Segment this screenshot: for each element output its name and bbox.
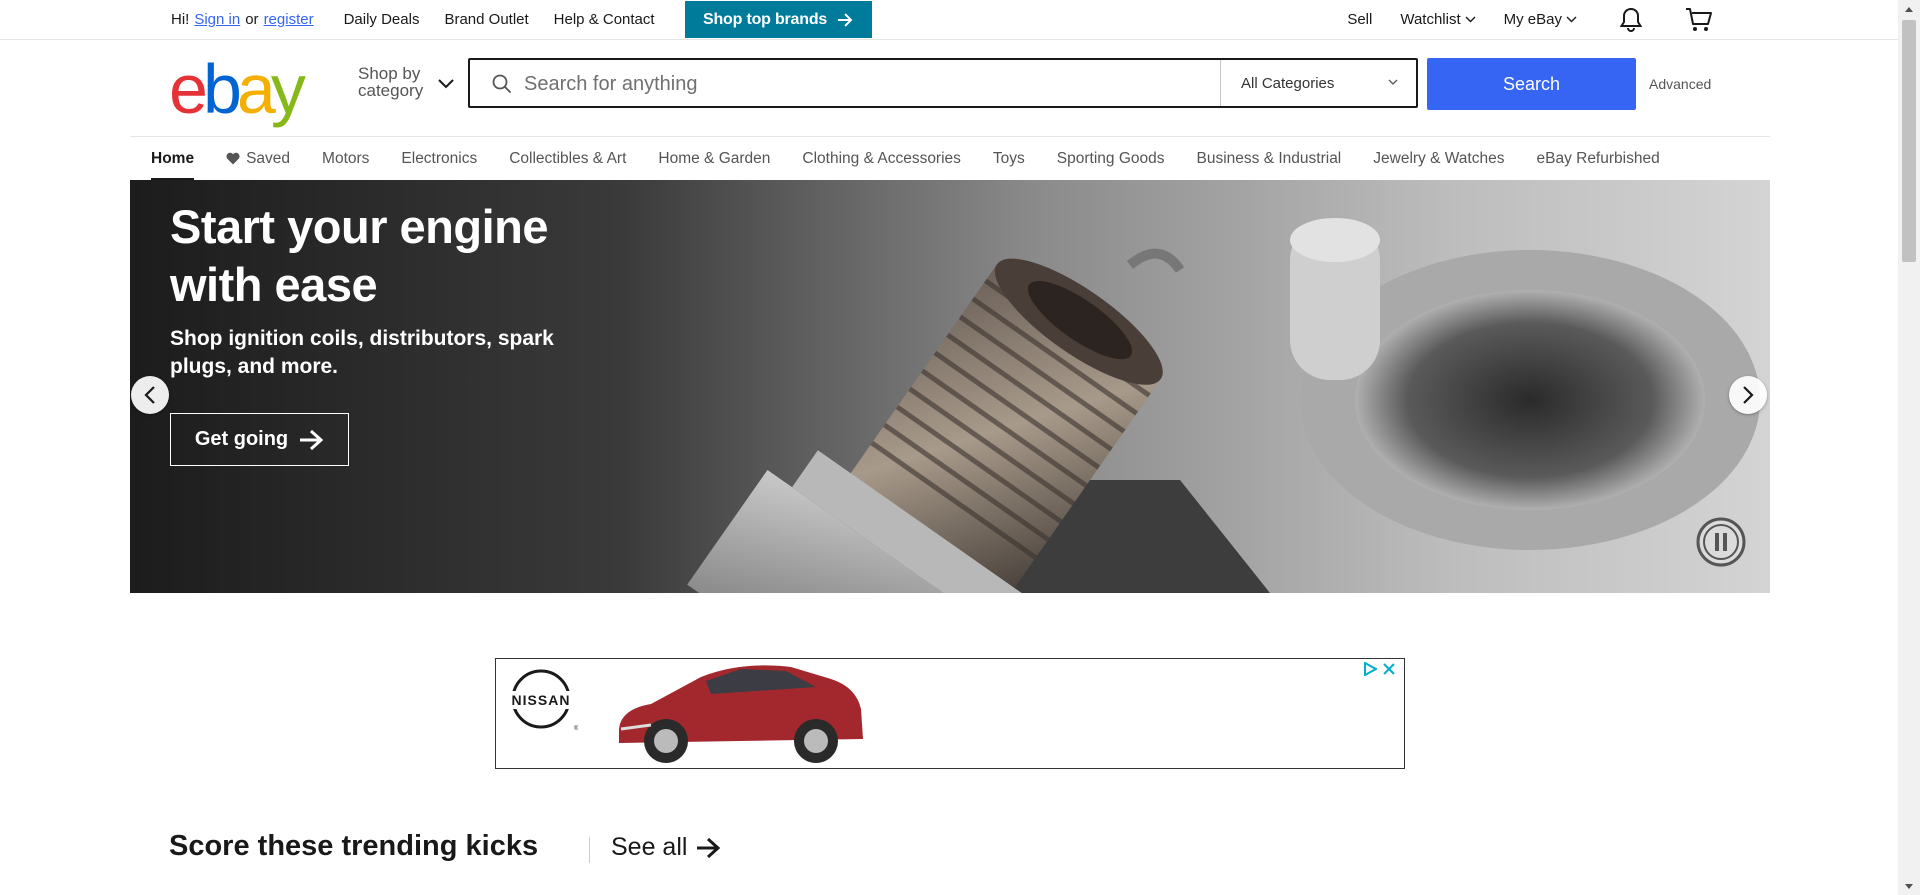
chevron-left-icon	[144, 386, 155, 404]
nav-item-electronics[interactable]: Electronics	[401, 137, 477, 180]
carousel-prev-button[interactable]	[131, 376, 169, 414]
hero-subtitle: Shop ignition coils, distributors, spark…	[170, 327, 554, 378]
my-ebay-dropdown[interactable]: My eBay	[1504, 11, 1577, 28]
page: Hi! Sign in or register Daily Deals Bran…	[0, 0, 1898, 895]
chevron-down-icon	[1465, 16, 1476, 23]
page-scrollbar[interactable]	[1898, 0, 1920, 895]
advanced-search-link[interactable]: Advanced	[1649, 76, 1711, 92]
nissan-logo: NISSAN ®	[504, 669, 578, 732]
car-image	[619, 665, 863, 763]
search-input[interactable]	[522, 66, 1166, 102]
search-icon	[492, 74, 512, 94]
nav-item-business-industrial[interactable]: Business & Industrial	[1197, 137, 1342, 180]
cart-button[interactable]	[1681, 7, 1713, 33]
nav-item-home[interactable]: Home	[151, 137, 195, 180]
bell-icon	[1619, 7, 1643, 32]
shop-by-category-button[interactable]: Shop by category	[358, 65, 458, 105]
pause-icon	[1696, 517, 1746, 567]
nav-item-sporting-goods[interactable]: Sporting Goods	[1057, 137, 1165, 180]
top-bar: Hi! Sign in or register Daily Deals Bran…	[0, 0, 1898, 40]
chevron-down-icon	[438, 79, 454, 89]
watchlist-dropdown[interactable]: Watchlist	[1400, 11, 1476, 28]
search-button[interactable]: Search	[1427, 58, 1636, 110]
section-divider	[589, 837, 590, 863]
arrow-right-icon	[300, 429, 324, 450]
nissan-ad-banner[interactable]: NISSAN ®	[495, 658, 1405, 769]
category-select-value: All Categories	[1241, 74, 1335, 92]
shop-top-brands-button[interactable]: Shop top brands	[684, 1, 872, 38]
nav-item-saved-label: Saved	[246, 149, 291, 167]
nav-item-saved[interactable]: Saved	[226, 137, 290, 180]
greeting-text: Hi!	[171, 11, 190, 28]
ad-choices[interactable]	[1363, 662, 1396, 676]
hero-title: Start your engine with ease	[170, 200, 549, 311]
arrow-right-icon	[838, 12, 853, 27]
see-all-link[interactable]: See all	[611, 833, 721, 862]
category-nav: Home Saved Motors Electronics Collectibl…	[130, 136, 1770, 180]
heart-icon	[226, 152, 240, 165]
nav-item-jewelry-watches[interactable]: Jewelry & Watches	[1373, 137, 1504, 180]
or-text: or	[245, 11, 259, 28]
category-select[interactable]: All Categories	[1220, 60, 1418, 106]
sell-link[interactable]: Sell	[1347, 11, 1372, 28]
nav-item-motors[interactable]: Motors	[322, 137, 369, 180]
chevron-down-icon	[1388, 79, 1398, 85]
nav-item-clothing-accessories[interactable]: Clothing & Accessories	[802, 137, 961, 180]
see-all-label: See all	[611, 833, 688, 861]
adchoices-icon	[1364, 662, 1377, 676]
help-contact-link[interactable]: Help & Contact	[554, 11, 655, 28]
svg-text:NISSAN: NISSAN	[512, 692, 571, 708]
triangle-down-icon	[1905, 883, 1913, 889]
get-going-button[interactable]: Get going	[170, 413, 349, 466]
cart-icon	[1686, 7, 1712, 31]
search-box: All Categories	[468, 58, 1418, 108]
nav-item-toys[interactable]: Toys	[993, 137, 1025, 180]
chevron-down-icon	[1566, 16, 1577, 23]
top-bar-left: Hi! Sign in or register Daily Deals Bran…	[171, 0, 872, 39]
section-title: Score these trending kicks	[169, 830, 539, 862]
register-link[interactable]: register	[264, 11, 314, 28]
get-going-label: Get going	[194, 428, 289, 450]
watchlist-label: Watchlist	[1400, 11, 1461, 28]
nav-item-ebay-refurbished[interactable]: eBay Refurbished	[1536, 137, 1659, 180]
close-icon	[1383, 663, 1395, 675]
ebay-logo[interactable]: ebay	[169, 54, 306, 124]
svg-text:®: ®	[574, 725, 578, 732]
carousel-pause-button[interactable]	[1696, 517, 1746, 567]
header: ebay Shop by category All Categories Sea…	[0, 40, 1898, 136]
nav-item-collectibles-art[interactable]: Collectibles & Art	[509, 137, 626, 180]
sign-in-link[interactable]: Sign in	[194, 11, 240, 28]
arrow-right-icon	[697, 837, 721, 858]
nav-item-home-garden[interactable]: Home & Garden	[658, 137, 770, 180]
brand-outlet-link[interactable]: Brand Outlet	[444, 11, 528, 28]
carousel-next-button[interactable]	[1729, 376, 1767, 414]
chevron-right-icon	[1743, 386, 1754, 404]
scroll-up-button[interactable]	[1898, 0, 1920, 18]
triangle-up-icon	[1905, 6, 1913, 12]
top-bar-right: Sell Watchlist My eBay	[1319, 0, 1713, 39]
daily-deals-link[interactable]: Daily Deals	[344, 11, 420, 28]
scrollbar-thumb[interactable]	[1902, 20, 1916, 262]
hero-banner[interactable]: Start your engine with ease Shop ignitio…	[130, 180, 1770, 593]
my-ebay-label: My eBay	[1503, 11, 1562, 28]
notifications-button[interactable]	[1615, 7, 1643, 33]
shop-top-brands-label: Shop top brands	[703, 10, 828, 28]
scroll-down-button[interactable]	[1898, 877, 1920, 895]
